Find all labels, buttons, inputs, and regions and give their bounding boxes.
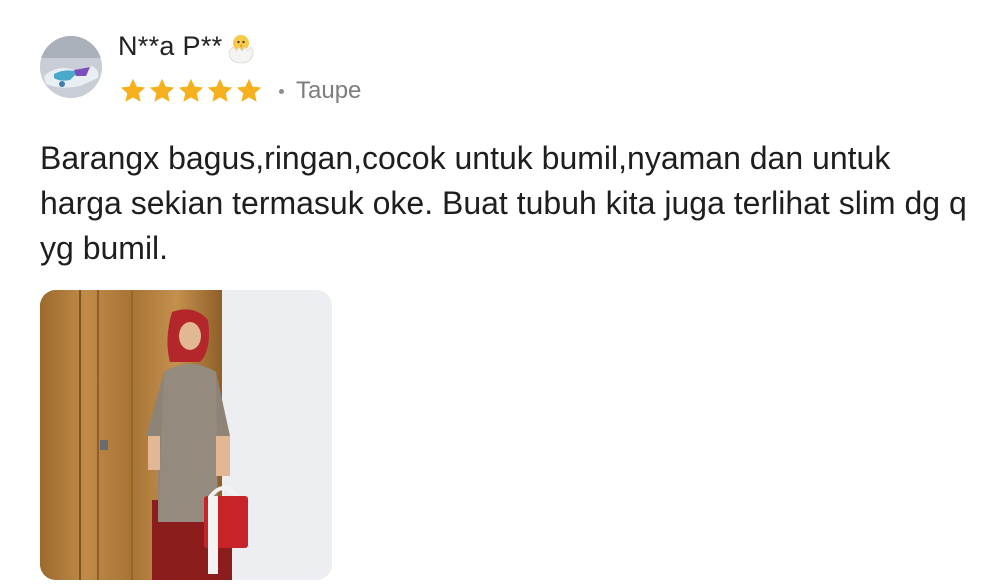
star-icon [205, 76, 234, 106]
separator-dot [279, 88, 284, 94]
user-avatar[interactable] [40, 36, 102, 98]
review-card: N**a P** Taupe Barangx bagus,ringan,coco… [0, 0, 1000, 586]
star-icon [176, 76, 205, 106]
product-variant: Taupe [296, 77, 362, 104]
reviewer-name: N**a P** [118, 30, 258, 65]
chick-icon [224, 31, 258, 65]
review-text: Barangx bagus,ringan,cocok untuk bumil,n… [40, 140, 967, 266]
star-icon [147, 76, 176, 106]
review-photo[interactable] [40, 290, 332, 580]
rating-row: Taupe [118, 74, 361, 108]
review-photo-image [40, 290, 332, 580]
star-icon [118, 76, 147, 106]
reviewer-name-text: N**a P** [118, 31, 223, 61]
star-rating [118, 76, 263, 106]
avatar-image [40, 36, 102, 98]
star-icon [234, 76, 263, 106]
